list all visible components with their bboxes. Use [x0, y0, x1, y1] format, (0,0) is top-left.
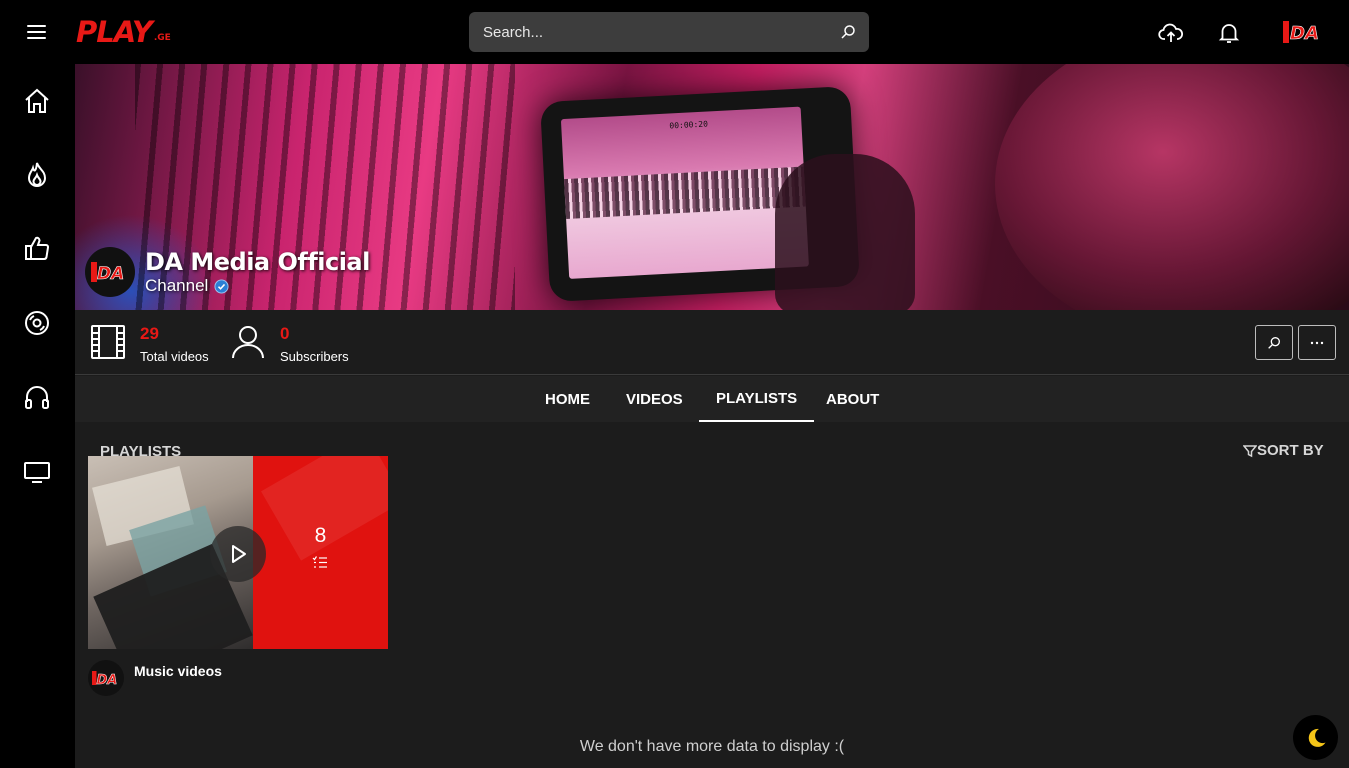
top-bar: PLAY .GE DA [0, 0, 1349, 64]
channel-name: DA Media Official [145, 248, 370, 276]
channel-type: Channel [145, 276, 370, 296]
night-mode-toggle[interactable] [1293, 715, 1338, 760]
home-icon[interactable] [22, 86, 52, 116]
tab-playlists[interactable]: PLAYLISTS [699, 376, 815, 422]
channel-search-button[interactable] [1255, 325, 1293, 360]
logo-text: PLAY [76, 15, 153, 49]
main-content: 00:00:20 DA DA Media Official Channel 29… [75, 64, 1349, 768]
playlist-video-count: 8 [314, 524, 327, 547]
sort-by-button[interactable]: SORT BY [1243, 442, 1324, 459]
notification-bell-icon[interactable] [1216, 20, 1242, 46]
tab-home[interactable]: HOME [528, 376, 607, 422]
sort-by-label: SORT BY [1257, 442, 1324, 459]
hamburger-menu-icon[interactable] [22, 18, 52, 46]
thumbs-up-icon[interactable] [22, 234, 52, 264]
more-dots-icon [1310, 341, 1324, 344]
play-button[interactable] [210, 526, 266, 582]
subscribers-stat: 0 Subscribers [230, 322, 360, 366]
film-icon [91, 325, 125, 359]
logo-suffix: .GE [153, 33, 171, 43]
playlist-title[interactable]: Music videos [134, 663, 222, 679]
channel-identity: DA DA Media Official Channel [85, 246, 370, 298]
total-videos-count: 29 [140, 324, 159, 343]
more-options-button[interactable] [1298, 325, 1336, 360]
playlist-count-overlay: 8 [253, 456, 388, 649]
moon-icon [1308, 728, 1325, 747]
subscribers-count: 0 [280, 324, 290, 343]
no-more-data-message: We don't have more data to display :( [579, 738, 845, 755]
play-icon [232, 545, 246, 563]
channel-type-label: Channel [145, 276, 209, 295]
user-icon [232, 326, 264, 359]
tab-about[interactable]: ABOUT [809, 376, 896, 422]
subscribers-label: Subscribers [280, 349, 349, 364]
owner-avatar-text: DA [97, 673, 118, 688]
headphones-icon[interactable] [22, 382, 52, 412]
total-videos-stat: 29 Total videos [90, 322, 220, 366]
trending-fire-icon[interactable] [22, 160, 52, 190]
search-icon[interactable] [839, 23, 857, 41]
playlist-list-icon [312, 556, 327, 568]
site-logo[interactable]: PLAY .GE [76, 14, 171, 48]
channel-stats: 29 Total videos 0 Subscribers [75, 310, 1349, 375]
search-icon [1268, 336, 1280, 349]
user-avatar[interactable]: DA [1283, 19, 1323, 45]
channel-banner: 00:00:20 DA DA Media Official Channel [75, 64, 1349, 310]
total-videos-label: Total videos [140, 349, 209, 364]
channel-tabs: HOME VIDEOS PLAYLISTS ABOUT [75, 376, 1349, 422]
tab-videos[interactable]: VIDEOS [609, 376, 700, 422]
svg-text:DA: DA [1290, 23, 1319, 44]
search-input[interactable] [469, 12, 829, 52]
upload-cloud-icon[interactable] [1158, 20, 1184, 46]
playlist-owner-avatar[interactable]: DA [88, 660, 124, 696]
filter-icon [1243, 444, 1257, 457]
avatar-text: DA [97, 264, 124, 284]
video-timestamp: 00:00:20 [669, 119, 709, 131]
playlist-card[interactable]: 8 [88, 456, 388, 649]
sidebar [0, 64, 75, 768]
search-bar [469, 12, 869, 52]
channel-avatar[interactable]: DA [85, 247, 135, 297]
verified-badge-icon [214, 278, 229, 294]
tv-icon[interactable] [22, 456, 52, 486]
playlist-meta: DA Music videos [88, 660, 222, 696]
disc-icon[interactable] [22, 308, 52, 338]
